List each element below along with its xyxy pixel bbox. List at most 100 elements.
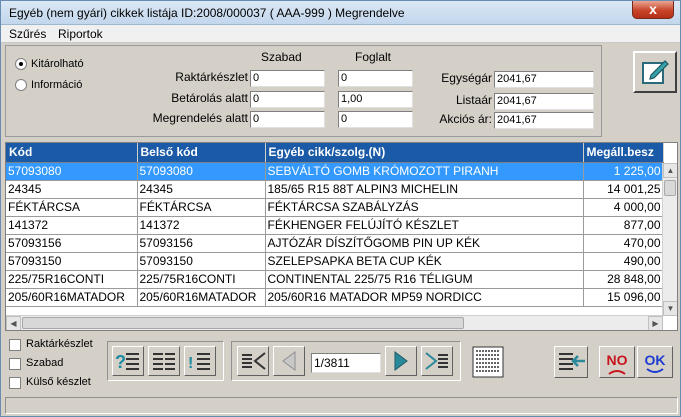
- vertical-scroll-thumb[interactable]: [664, 180, 676, 196]
- table-row[interactable]: 57093156 57093156 AJTÓZÁR DÍSZÍTŐGOMB PIN …: [6, 234, 664, 253]
- cell-megnevezes: 185/65 R15 88T ALPIN3 MICHELIN: [265, 180, 584, 199]
- cell-megnevezes: FÉKHENGER FELÚJÍTÓ KÉSZLET: [265, 216, 584, 235]
- table-row[interactable]: 141372 141372 FÉKHENGER FELÚJÍTÓ KÉSZLET 87…: [6, 216, 664, 235]
- table-row[interactable]: 225/75R16CONTI 225/75R16CONTI CONTINENTAL …: [6, 270, 664, 289]
- sort-list-button[interactable]: !: [184, 346, 216, 376]
- window-title: Egyéb (nem gyári) cikkek listája ID:2008…: [9, 6, 405, 20]
- edit-button[interactable]: [633, 51, 677, 93]
- horizontal-scroll-thumb[interactable]: [22, 317, 464, 329]
- col-header-free: Szabad: [261, 50, 302, 64]
- cell-megnevezes: SZELEPSAPKA BETA CUP KÉK: [265, 252, 584, 271]
- menu-szures[interactable]: Szűrés: [9, 27, 46, 41]
- cell-kod: 57093150: [6, 252, 138, 271]
- price-label-egysegar: Egységár: [441, 71, 492, 85]
- cell-kod: 141372: [6, 216, 138, 235]
- col-header-kod[interactable]: Kód: [6, 143, 138, 163]
- radio-informacio-label: Információ: [31, 79, 83, 91]
- ok-button[interactable]: OK: [637, 346, 673, 378]
- col-header-belso-kod[interactable]: Belső kód: [137, 143, 266, 163]
- checkbox-kulso-keszlet-label: Külső készlet: [26, 376, 91, 388]
- betarolas-reserved-field[interactable]: 1,00: [338, 91, 413, 108]
- question-list-icon: ?: [115, 352, 139, 372]
- listaar-field[interactable]: 2041,67: [494, 93, 594, 110]
- no-sad-face-icon: NO: [607, 352, 628, 375]
- list-columns-icon: [153, 353, 175, 370]
- status-bar: [5, 397, 678, 414]
- cell-belso-kod: 225/75R16CONTI: [137, 270, 266, 289]
- cell-ar: 4 000,00: [583, 198, 664, 217]
- cell-belso-kod: 141372: [137, 216, 266, 235]
- close-button[interactable]: x: [632, 1, 674, 19]
- svg-text:!: !: [188, 355, 193, 372]
- main-window: Egyéb (nem gyári) cikkek listája ID:2008…: [0, 0, 681, 417]
- checkbox-kulso-keszlet[interactable]: [9, 377, 21, 389]
- checkbox-raktarkeszlet[interactable]: [9, 339, 21, 351]
- cell-megnevezes: SEBVÁLTÓ GOMB KRÓMOZOTT PIRANH: [265, 162, 584, 181]
- checkbox-szabad[interactable]: [9, 358, 21, 370]
- scroll-left-icon[interactable]: ◀: [6, 316, 21, 330]
- cell-ar: 1 225,00: [583, 162, 664, 181]
- vertical-scrollbar[interactable]: ▲ ▼: [662, 163, 677, 316]
- megrendeles-free-field[interactable]: 0: [250, 111, 325, 128]
- last-record-icon: [425, 352, 448, 370]
- first-record-icon: [242, 352, 266, 370]
- akcios-ar-field[interactable]: 2041,67: [494, 112, 594, 129]
- horizontal-scrollbar[interactable]: ◀ ▶: [6, 315, 663, 330]
- menu-bar: Szűrés Riportok: [1, 25, 680, 43]
- next-arrow-icon: [394, 351, 408, 371]
- egysegar-field[interactable]: 2041,67: [494, 71, 594, 88]
- barcode-button[interactable]: [471, 345, 505, 379]
- col-header-ar[interactable]: Megáll.besz: [583, 143, 664, 163]
- col-header-reserved: Foglalt: [355, 50, 392, 64]
- svg-text:NO: NO: [607, 352, 628, 368]
- row-label-betarolas: Betárolás alatt: [171, 91, 248, 105]
- prev-record-button[interactable]: [273, 346, 305, 376]
- cell-ar: 877,00: [583, 216, 664, 235]
- transfer-button[interactable]: [554, 346, 588, 378]
- scroll-up-icon[interactable]: ▲: [663, 163, 677, 178]
- scroll-right-icon[interactable]: ▶: [648, 316, 663, 330]
- col-header-megnevezes[interactable]: Egyéb cikk/szolg.(N): [265, 143, 584, 163]
- cell-ar: 15 096,00: [583, 288, 664, 307]
- title-bar: Egyéb (nem gyári) cikkek listája ID:2008…: [1, 1, 680, 25]
- items-table: Kód Belső kód Egyéb cikk/szolg.(N) Megál…: [6, 143, 664, 307]
- raktarkeszlet-free-field[interactable]: 0: [250, 70, 325, 87]
- cell-ar: 14 001,25: [583, 180, 664, 199]
- cell-megnevezes: FÉKTÁRCSA SZABÁLYZÁS: [265, 198, 584, 217]
- row-label-megrendeles: Megrendelés alatt: [152, 111, 248, 125]
- cancel-button[interactable]: NO: [599, 346, 635, 378]
- cell-belso-kod: 57093156: [137, 234, 266, 253]
- table-row[interactable]: 57093150 57093150 SZELEPSAPKA BETA CUP KÉK…: [6, 252, 664, 271]
- cell-megnevezes: AJTÓZÁR DÍSZÍTŐGOMB PIN UP KÉK: [265, 234, 584, 253]
- prev-arrow-icon: [282, 351, 296, 371]
- cell-kod: FÉKTÁRCSA: [6, 198, 138, 217]
- cell-megnevezes: 205/60R16 MATADOR MP59 NORDICC: [265, 288, 584, 307]
- items-grid: Kód Belső kód Egyéb cikk/szolg.(N) Megál…: [5, 142, 678, 331]
- radio-informacio[interactable]: [15, 79, 27, 91]
- last-record-button[interactable]: [421, 346, 453, 376]
- sort-exclamation-icon: !: [188, 353, 210, 372]
- column-list-button[interactable]: [148, 346, 180, 376]
- table-row[interactable]: FÉKTÁRCSA FÉKTÁRCSA FÉKTÁRCSA SZABÁLYZÁS 4 …: [6, 198, 664, 217]
- radio-kitarolhato[interactable]: [15, 58, 27, 70]
- first-record-button[interactable]: [237, 346, 269, 376]
- table-row[interactable]: 205/60R16MATADOR 205/60R16MATADOR 205/60R1…: [6, 288, 664, 307]
- raktarkeszlet-reserved-field[interactable]: 0: [338, 70, 413, 87]
- menu-riportok[interactable]: Riportok: [58, 27, 103, 41]
- table-row[interactable]: 24345 24345 185/65 R15 88T ALPIN3 MICHELIN…: [6, 180, 664, 199]
- edit-icon: [642, 60, 669, 84]
- next-record-button[interactable]: [385, 346, 417, 376]
- betarolas-free-field[interactable]: 0: [250, 91, 325, 108]
- record-counter-field[interactable]: 1/3811: [311, 353, 381, 373]
- scroll-down-icon[interactable]: ▼: [663, 301, 677, 316]
- cell-megnevezes: CONTINENTAL 225/75 R16 TÉLIGUM: [265, 270, 584, 289]
- list-arrow-icon: [559, 353, 585, 370]
- cell-ar: 28 848,00: [583, 270, 664, 289]
- svg-text:OK: OK: [645, 352, 666, 368]
- cell-kod: 57093156: [6, 234, 138, 253]
- megrendeles-reserved-field[interactable]: 0: [338, 111, 413, 128]
- help-search-button[interactable]: ?: [112, 346, 144, 376]
- price-label-akcios: Akciós ár:: [439, 112, 492, 126]
- bottom-toolbar: Raktárkészlet Szabad Külső készlet ? ! 1…: [1, 333, 680, 395]
- table-row[interactable]: 57093080 57093080 SEBVÁLTÓ GOMB KRÓMOZOTT …: [6, 162, 664, 181]
